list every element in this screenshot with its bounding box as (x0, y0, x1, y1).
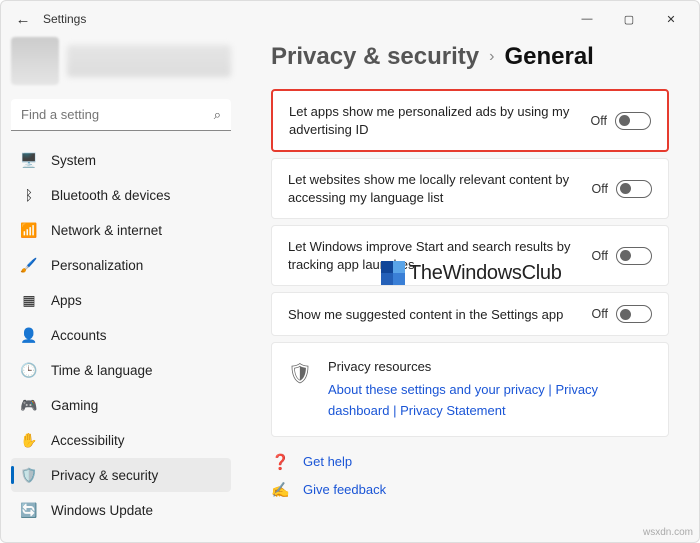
nav-label: Time & language (51, 363, 153, 378)
privacy-resources-card: 🛡 Privacy resources About these settings… (271, 342, 669, 436)
resource-links: Privacy resources About these settings a… (328, 357, 652, 421)
toggle-state: Off (592, 249, 608, 263)
setting-label: Let websites show me locally relevant co… (288, 171, 592, 206)
back-button[interactable]: ← (9, 5, 37, 33)
resource-link[interactable]: About these settings and your privacy (328, 382, 545, 397)
main-content: Privacy & security › General Let apps sh… (241, 37, 699, 542)
nav-label: Windows Update (51, 503, 153, 518)
nav-icon: 🎮 (21, 397, 37, 413)
user-name-blurred (67, 45, 231, 77)
toggle-switch[interactable] (616, 247, 652, 265)
page-title: General (504, 43, 593, 71)
window-controls: — ▢ ✕ (567, 5, 691, 33)
get-help-label: Get help (303, 454, 352, 469)
toggle-state: Off (592, 182, 608, 196)
help-icon: ❓ (271, 453, 289, 471)
breadcrumb-parent[interactable]: Privacy & security (271, 43, 479, 71)
nav-label: Accessibility (51, 433, 125, 448)
search-input[interactable] (11, 99, 231, 131)
nav-list: 🖥️ System ᛒ Bluetooth & devices 📶 Network & i… (11, 143, 231, 527)
sidebar-item-gaming[interactable]: 🎮 Gaming (11, 388, 231, 422)
sidebar-item-bluetooth-devices[interactable]: ᛒ Bluetooth & devices (11, 178, 231, 212)
search-icon: ⌕ (214, 107, 221, 123)
sidebar-item-time-language[interactable]: 🕒 Time & language (11, 353, 231, 387)
nav-label: System (51, 153, 96, 168)
toggle-switch[interactable] (615, 112, 651, 130)
toggle-state: Off (591, 114, 607, 128)
nav-label: Accounts (51, 328, 107, 343)
feedback-icon: ✍ (271, 481, 289, 499)
sidebar-item-accessibility[interactable]: ✋ Accessibility (11, 423, 231, 457)
nav-icon: ✋ (21, 432, 37, 448)
user-card[interactable] (11, 37, 231, 85)
window-body: ⌕ 🖥️ System ᛒ Bluetooth & devices 📶 Network &… (1, 37, 699, 542)
get-help-link[interactable]: ❓ Get help (271, 453, 669, 471)
source-mark: wsxdn.com (643, 527, 693, 538)
sidebar-item-apps[interactable]: ▦ Apps (11, 283, 231, 317)
give-feedback-label: Give feedback (303, 482, 386, 497)
setting-card-2: Let Windows improve Start and search res… (271, 225, 669, 286)
nav-icon: ᛒ (21, 187, 37, 203)
shield-icon: 🛡 (288, 359, 312, 387)
nav-icon: 🖥️ (21, 152, 37, 168)
sidebar-item-system[interactable]: 🖥️ System (11, 143, 231, 177)
setting-card-0: Let apps show me personalized ads by usi… (271, 89, 669, 152)
titlebar: ← Settings — ▢ ✕ (1, 1, 699, 37)
setting-label: Show me suggested content in the Setting… (288, 306, 592, 324)
sidebar: ⌕ 🖥️ System ᛒ Bluetooth & devices 📶 Network &… (1, 37, 241, 542)
settings-window: ← Settings — ▢ ✕ ⌕ 🖥️ System ᛒ Bluetooth & … (0, 0, 700, 543)
chevron-right-icon: › (489, 48, 494, 66)
sidebar-item-privacy-security[interactable]: 🛡️ Privacy & security (11, 458, 231, 492)
toggle-switch[interactable] (616, 305, 652, 323)
nav-label: Bluetooth & devices (51, 188, 170, 203)
nav-icon: 📶 (21, 222, 37, 238)
window-title: Settings (43, 12, 86, 26)
setting-label: Let Windows improve Start and search res… (288, 238, 592, 273)
nav-label: Network & internet (51, 223, 162, 238)
nav-icon: ▦ (21, 292, 37, 308)
nav-label: Personalization (51, 258, 143, 273)
settings-list: Let apps show me personalized ads by usi… (271, 89, 669, 336)
avatar (11, 37, 59, 85)
nav-label: Privacy & security (51, 468, 158, 483)
resources-heading: Privacy resources (328, 357, 652, 378)
breadcrumb: Privacy & security › General (271, 43, 669, 71)
search-wrap: ⌕ (11, 99, 231, 131)
maximize-button[interactable]: ▢ (609, 5, 649, 33)
sidebar-item-personalization[interactable]: 🖌️ Personalization (11, 248, 231, 282)
close-button[interactable]: ✕ (651, 5, 691, 33)
setting-card-3: Show me suggested content in the Setting… (271, 292, 669, 336)
setting-card-1: Let websites show me locally relevant co… (271, 158, 669, 219)
nav-icon: 🔄 (21, 502, 37, 518)
nav-icon: 🖌️ (21, 257, 37, 273)
toggle-state: Off (592, 307, 608, 321)
minimize-button[interactable]: — (567, 5, 607, 33)
sidebar-item-windows-update[interactable]: 🔄 Windows Update (11, 493, 231, 527)
footer-links: ❓ Get help ✍ Give feedback (271, 453, 669, 499)
resource-link[interactable]: Privacy Statement (400, 403, 506, 418)
sidebar-item-network-internet[interactable]: 📶 Network & internet (11, 213, 231, 247)
toggle-switch[interactable] (616, 180, 652, 198)
give-feedback-link[interactable]: ✍ Give feedback (271, 481, 669, 499)
sidebar-item-accounts[interactable]: 👤 Accounts (11, 318, 231, 352)
setting-label: Let apps show me personalized ads by usi… (289, 103, 591, 138)
nav-label: Apps (51, 293, 82, 308)
nav-icon: 👤 (21, 327, 37, 343)
nav-label: Gaming (51, 398, 98, 413)
nav-icon: 🕒 (21, 362, 37, 378)
nav-icon: 🛡️ (21, 467, 37, 483)
